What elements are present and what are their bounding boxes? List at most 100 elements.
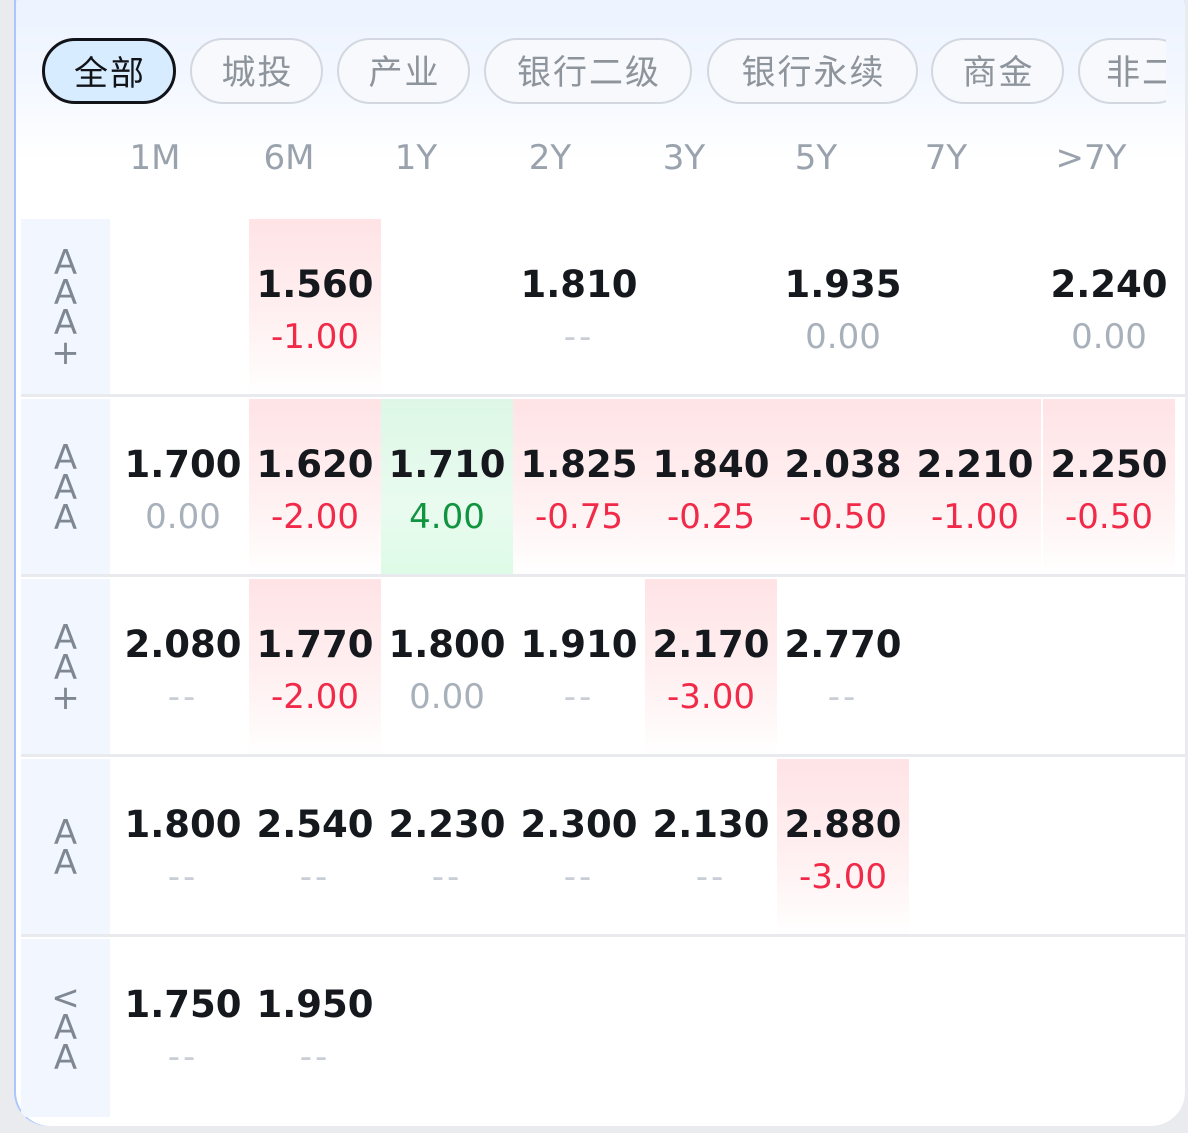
rating-row-aaa: A A A 1.700 0.00 1.620 -2.00 1.710 4.00 1.825 -0.7…	[21, 399, 1185, 577]
yield-cell-aa-plus-1m[interactable]: 2.080 --	[117, 579, 249, 757]
rating-char: A	[53, 1038, 78, 1078]
filter-tab-bank-perpetual[interactable]: 银行永续	[707, 38, 918, 104]
filter-tab-commercial-finance[interactable]: 商金	[931, 38, 1064, 104]
yield-cell-aaa-plus-gt7y[interactable]: 2.240 0.00	[1043, 219, 1175, 397]
rating-label: < A A	[21, 939, 110, 1117]
yield-cell-aaa-7y[interactable]: 2.210 -1.00	[909, 399, 1041, 577]
yield-cell-aaa-6m[interactable]: 1.620 -2.00	[249, 399, 381, 577]
yield-cell-aa-1y[interactable]: 2.230 --	[381, 759, 513, 937]
yield-change: 0.00	[1071, 317, 1147, 357]
yield-change: -0.75	[535, 497, 623, 537]
yield-value: 2.210	[916, 443, 1034, 486]
tenor-header-2y[interactable]: 2Y	[484, 138, 616, 178]
yield-cell-aa-plus-6m[interactable]: 1.770 -2.00	[249, 579, 381, 757]
yield-change: -3.00	[799, 857, 887, 897]
yield-change: -2.00	[271, 497, 359, 537]
yield-cell-aaa-plus-6m[interactable]: 1.560 -1.00	[249, 219, 381, 397]
rating-row-below-aa: < A A 1.750 -- 1.950 --	[21, 939, 1185, 1117]
tenor-header-gt7y[interactable]: >7Y	[1025, 138, 1157, 178]
row-divider	[21, 754, 1185, 757]
yield-change: --	[167, 1037, 199, 1077]
rating-label: AA	[21, 759, 110, 937]
yield-cell-aaa-1m[interactable]: 1.700 0.00	[117, 399, 249, 577]
yield-cell-aa-plus-5y[interactable]: 2.770 --	[777, 579, 909, 757]
row-divider	[21, 574, 1185, 577]
yield-value: 1.950	[256, 983, 374, 1026]
yield-matrix-card: 全部 城投 产业 银行二级 银行永续 商金 非二 1M 6M 1Y 2Y 3Y 5Y 7Y >7Y AAA…	[14, 0, 1185, 1126]
rating-row-aaa-plus: A A A + 1.560 -1.00 1.810 -- 1.935 0.00 2.240 0.00	[21, 219, 1185, 397]
yield-cell-aa-plus-3y[interactable]: 2.170 -3.00	[645, 579, 777, 757]
yield-cell-aaa-5y[interactable]: 2.038 -0.50	[777, 399, 909, 577]
yield-change: --	[563, 317, 595, 357]
yield-change: -3.00	[667, 677, 755, 717]
yield-value: 1.770	[256, 623, 374, 666]
yield-cell-aa-plus-1y[interactable]: 1.800 0.00	[381, 579, 513, 757]
yield-cell-aa-plus-2y[interactable]: 1.910 --	[513, 579, 645, 757]
yield-change: 0.00	[805, 317, 881, 357]
yield-cell-aaa-1y[interactable]: 1.710 4.00	[381, 399, 513, 577]
yield-value: 1.620	[256, 443, 374, 486]
yield-value: 2.170	[652, 623, 770, 666]
yield-cell-aa-2y[interactable]: 2.300 --	[513, 759, 645, 937]
rating-char: A	[53, 843, 78, 883]
tenor-header-3y[interactable]: 3Y	[618, 138, 750, 178]
yield-cell-aaa-3y[interactable]: 1.840 -0.25	[645, 399, 777, 577]
row-divider	[21, 934, 1185, 937]
rating-char: +	[51, 678, 80, 718]
tenor-header-1y[interactable]: 1Y	[350, 138, 482, 178]
yield-change: 4.00	[409, 497, 485, 537]
yield-value: 2.038	[784, 443, 902, 486]
yield-value: 1.810	[520, 263, 638, 306]
yield-cell-aaa-gt7y[interactable]: 2.250 -0.50	[1043, 399, 1175, 577]
filter-tab-chengtou[interactable]: 城投	[190, 38, 323, 104]
filter-tab-all[interactable]: 全部	[42, 38, 176, 104]
rating-char: +	[51, 333, 80, 373]
yield-value: 1.800	[124, 803, 242, 846]
yield-value: 1.800	[388, 623, 506, 666]
yield-cell-aa-6m[interactable]: 2.540 --	[249, 759, 381, 937]
yield-value: 2.300	[520, 803, 638, 846]
yield-value: 2.080	[124, 623, 242, 666]
rating-label: A A +	[21, 579, 110, 757]
yield-cell-aa-3y[interactable]: 2.130 --	[645, 759, 777, 937]
yield-cell-below-aa-1m[interactable]: 1.750 --	[117, 939, 249, 1117]
yield-value: 2.230	[388, 803, 506, 846]
tenor-header-1m[interactable]: 1M	[89, 138, 221, 178]
yield-value: 1.750	[124, 983, 242, 1026]
yield-cell-below-aa-6m[interactable]: 1.950 --	[249, 939, 381, 1117]
yield-change: 0.00	[145, 497, 221, 537]
yield-value: 1.910	[520, 623, 638, 666]
rating-label: AAA	[21, 399, 110, 577]
yield-change: --	[167, 677, 199, 717]
filter-tab-bank-tier2[interactable]: 银行二级	[484, 38, 692, 104]
tenor-header-5y[interactable]: 5Y	[750, 138, 882, 178]
yield-cell-aaa-plus-2y[interactable]: 1.810 --	[513, 219, 645, 397]
filter-tab-non-tier2[interactable]: 非二	[1078, 38, 1166, 104]
yield-change: --	[695, 857, 727, 897]
yield-cell-aa-1m[interactable]: 1.800 --	[117, 759, 249, 937]
yield-change: --	[167, 857, 199, 897]
yield-change: --	[431, 857, 463, 897]
yield-value: 1.935	[784, 263, 902, 306]
yield-value: 2.130	[652, 803, 770, 846]
rating-char: A	[53, 498, 78, 538]
yield-value: 2.770	[784, 623, 902, 666]
yield-cell-aaa-plus-5y[interactable]: 1.935 0.00	[777, 219, 909, 397]
yield-change: -0.50	[1065, 497, 1153, 537]
yield-change: --	[827, 677, 859, 717]
bond-type-filter-bar: 全部 城投 产业 银行二级 银行永续 商金 非二	[42, 38, 1166, 110]
yield-value: 1.825	[520, 443, 638, 486]
yield-change: --	[563, 857, 595, 897]
tenor-header-7y[interactable]: 7Y	[880, 138, 1012, 178]
yield-change: -0.25	[667, 497, 755, 537]
yield-change: --	[563, 677, 595, 717]
yield-change: -2.00	[271, 677, 359, 717]
yield-change: -1.00	[931, 497, 1019, 537]
yield-cell-aaa-2y[interactable]: 1.825 -0.75	[513, 399, 645, 577]
yield-change: --	[299, 1037, 331, 1077]
yield-change: -0.50	[799, 497, 887, 537]
tenor-header-6m[interactable]: 6M	[223, 138, 355, 178]
yield-value: 2.880	[784, 803, 902, 846]
yield-cell-aa-5y[interactable]: 2.880 -3.00	[777, 759, 909, 937]
filter-tab-industry[interactable]: 产业	[337, 38, 470, 104]
